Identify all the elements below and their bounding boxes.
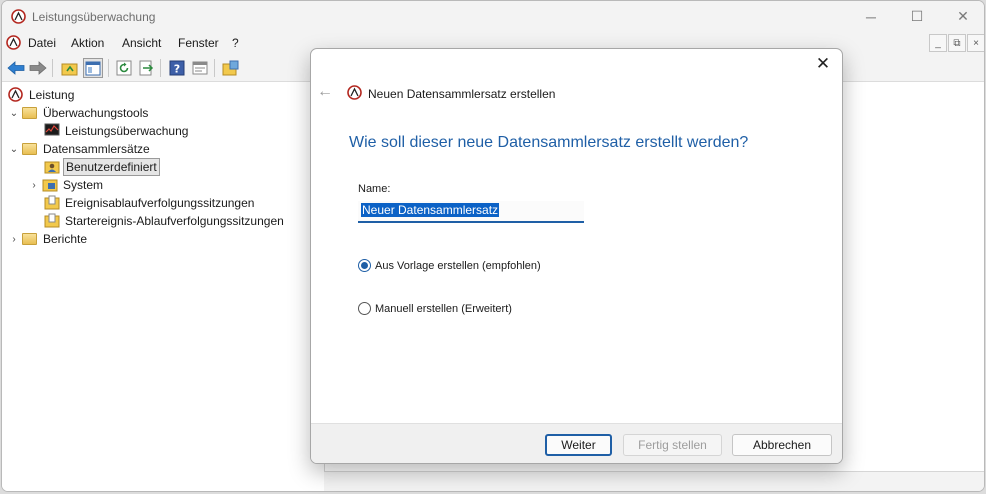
- refresh-icon[interactable]: [114, 58, 134, 78]
- name-input[interactable]: Neuer Datensammlersatz: [358, 201, 584, 223]
- dialog-title: Neuen Datensammlersatz erstellen: [368, 87, 556, 101]
- folder-icon: [22, 231, 38, 247]
- radio-manual[interactable]: Manuell erstellen (Erweitert): [358, 302, 512, 315]
- tree-item-label: Leistung: [29, 88, 75, 102]
- dialog-close-button[interactable]: ✕: [812, 53, 834, 75]
- new-icon[interactable]: [221, 58, 241, 78]
- help-icon[interactable]: ?: [167, 58, 187, 78]
- tree-item-benutzerdefiniert[interactable]: Benutzerdefiniert: [42, 158, 160, 176]
- back-arrow-icon[interactable]: ←: [317, 83, 333, 101]
- mdi-minimize-button[interactable]: _: [929, 34, 947, 52]
- tree-item-label: Datensammlersätze: [43, 142, 150, 156]
- name-label: Name:: [358, 183, 391, 195]
- title-bar[interactable]: Leistungsüberwachung ─ ☐ ✕: [2, 1, 984, 32]
- performance-icon: [347, 85, 362, 103]
- toolbar-separator: [160, 59, 161, 77]
- menu-aktion[interactable]: Aktion: [71, 36, 104, 50]
- system-folder-icon: [42, 177, 58, 193]
- back-arrow-icon[interactable]: [6, 58, 26, 78]
- close-button[interactable]: ✕: [940, 1, 984, 32]
- trace-icon: [44, 213, 60, 229]
- tree-item-label: Ereignisablaufverfolgungssitzungen: [65, 196, 255, 210]
- folder-icon: [22, 141, 38, 157]
- mdi-restore-button[interactable]: ⧉: [948, 34, 966, 52]
- toolbar-separator: [214, 59, 215, 77]
- chevron-right-icon[interactable]: ›: [8, 234, 20, 245]
- user-folder-icon: [44, 159, 60, 175]
- performance-icon: [8, 87, 24, 103]
- new-data-collector-set-dialog: ✕ ← Neuen Datensammlersatz erstellen Wie…: [310, 48, 843, 464]
- svg-text:?: ?: [174, 63, 180, 76]
- mdi-close-button[interactable]: ×: [967, 34, 984, 52]
- performance-app-icon: [11, 9, 26, 27]
- monitor-chart-icon: [44, 123, 60, 139]
- tree-item-ereignisablaufverfolgungssitzungen[interactable]: Ereignisablaufverfolgungssitzungen: [42, 194, 256, 212]
- tree-item-datensammlersaetze[interactable]: ⌄ Datensammlersätze: [8, 140, 152, 158]
- window-title: Leistungsüberwachung: [32, 10, 156, 24]
- folder-icon: [22, 105, 38, 121]
- tree-item-leistungsueberwachung[interactable]: Leistungsüberwachung: [42, 122, 190, 140]
- up-folder-icon[interactable]: [59, 58, 79, 78]
- menu-help[interactable]: ?: [232, 36, 239, 50]
- radio-button-checked[interactable]: [358, 259, 371, 272]
- finish-button[interactable]: Fertig stellen: [623, 434, 722, 456]
- tree-item-label: Berichte: [43, 232, 88, 246]
- radio-from-template[interactable]: Aus Vorlage erstellen (empfohlen): [358, 259, 541, 272]
- show-hide-tree-icon[interactable]: [83, 58, 103, 78]
- radio-button-unchecked[interactable]: [358, 302, 371, 315]
- tree-item-label: Überwachungstools: [43, 106, 149, 120]
- chevron-right-icon[interactable]: ›: [28, 180, 40, 191]
- next-button[interactable]: Weiter: [545, 434, 612, 456]
- tree-item-label: Startereignis-Ablaufverfolgungssitzungen: [65, 214, 284, 228]
- system-menu-icon[interactable]: [6, 35, 21, 53]
- radio-label: Manuell erstellen (Erweitert): [375, 302, 512, 315]
- horizontal-scrollbar[interactable]: [324, 471, 984, 491]
- menu-datei[interactable]: Datei: [28, 36, 56, 50]
- tree-item-ueberwachungstools[interactable]: ⌄ Überwachungstools: [8, 104, 150, 122]
- cancel-button[interactable]: Abbrechen: [732, 434, 832, 456]
- toolbar-separator: [108, 59, 109, 77]
- menu-ansicht[interactable]: Ansicht: [122, 36, 161, 50]
- tree-item-startereignis-ablaufverfolgungssitzungen[interactable]: Startereignis-Ablaufverfolgungssitzungen: [42, 212, 286, 230]
- forward-arrow-icon[interactable]: [28, 58, 48, 78]
- tree-item-system[interactable]: › System: [28, 176, 105, 194]
- minimize-button[interactable]: ─: [848, 1, 894, 32]
- dialog-question: Wie soll dieser neue Datensammlersatz er…: [349, 134, 749, 151]
- chevron-down-icon[interactable]: ⌄: [8, 108, 20, 119]
- menu-fenster[interactable]: Fenster: [178, 36, 219, 50]
- navigation-tree: Leistung ⌄ Überwachungstools Leistungsüb…: [2, 83, 302, 491]
- maximize-button[interactable]: ☐: [894, 1, 940, 32]
- tree-item-label: Leistungsüberwachung: [65, 124, 189, 138]
- properties-icon[interactable]: [190, 58, 210, 78]
- tree-item-berichte[interactable]: › Berichte: [8, 230, 89, 248]
- name-input-value: Neuer Datensammlersatz: [361, 203, 500, 217]
- radio-label: Aus Vorlage erstellen (empfohlen): [375, 259, 541, 272]
- dialog-footer: Weiter Fertig stellen Abbrechen: [311, 423, 842, 463]
- tree-item-label: Benutzerdefiniert: [63, 158, 160, 176]
- tree-item-label: System: [63, 178, 104, 192]
- chevron-down-icon[interactable]: ⌄: [8, 144, 20, 155]
- toolbar-separator: [52, 59, 53, 77]
- tree-item-leistung[interactable]: Leistung: [6, 86, 76, 104]
- export-list-icon[interactable]: [136, 58, 156, 78]
- trace-icon: [44, 195, 60, 211]
